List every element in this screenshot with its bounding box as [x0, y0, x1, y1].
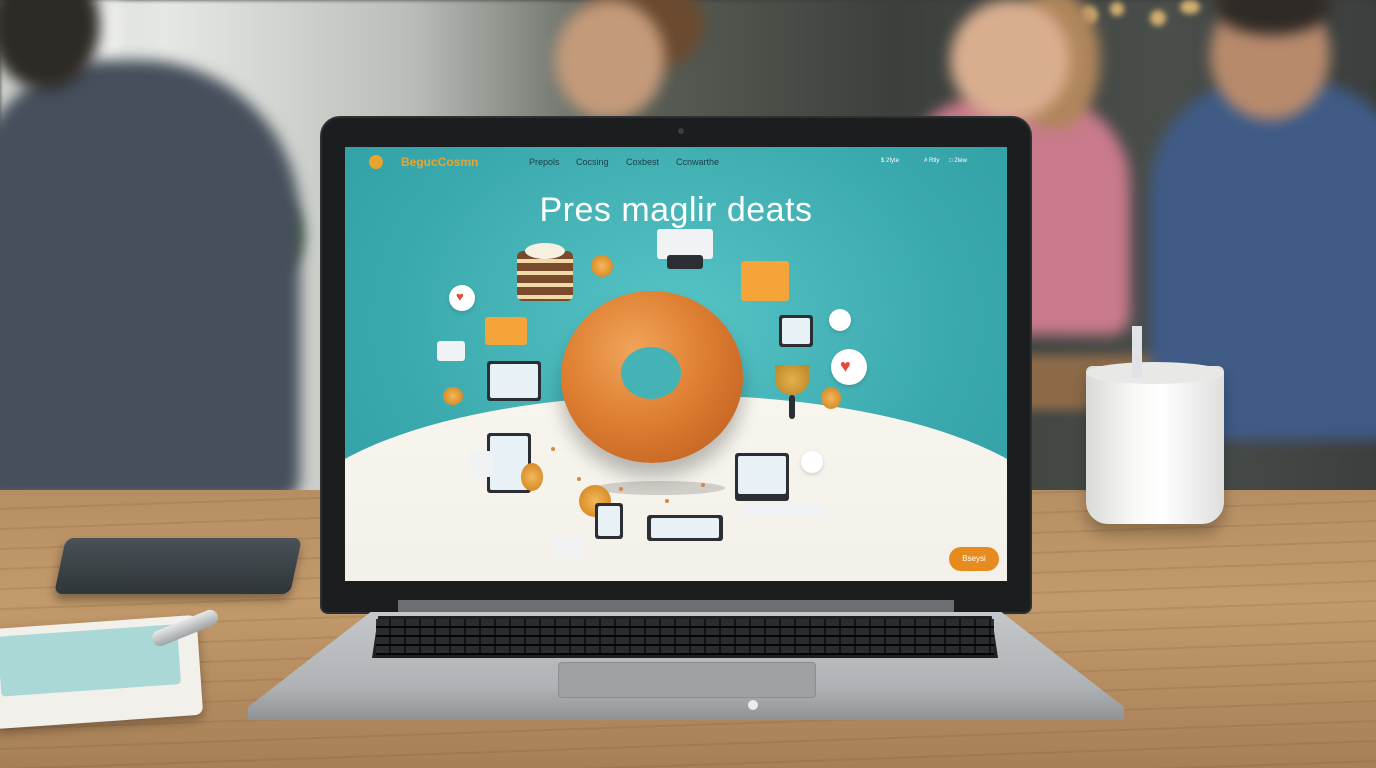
- laptop-indicator-light: [748, 700, 758, 710]
- orange-card-icon: [741, 261, 789, 301]
- photo-scene: BegucCosmn Prepols Cocsing Coxbest Ccnwa…: [0, 0, 1376, 768]
- trackpad: [558, 662, 816, 698]
- donut-hole: [621, 347, 681, 399]
- coin-icon: [591, 255, 613, 277]
- mug-rim: [1086, 362, 1224, 384]
- person-left-body: [0, 60, 300, 500]
- person-middle-head: [555, 0, 665, 120]
- badge-icon: [829, 309, 851, 331]
- document-icon: [469, 451, 493, 477]
- nav-link-4[interactable]: Ccnwarthe: [676, 157, 719, 167]
- phone-icon: [595, 503, 623, 539]
- cart-icon: [437, 341, 465, 361]
- hero-headline: Pres maglir deats: [539, 191, 813, 229]
- donut-shadow: [595, 481, 725, 495]
- nav-link-1[interactable]: Prepols: [529, 157, 560, 167]
- chat-bubble-icon: [801, 451, 823, 473]
- keyboard-keys: [376, 619, 994, 655]
- bokeh-light: [1150, 10, 1166, 26]
- nav-utility-2[interactable]: # Rtly: [924, 158, 939, 164]
- figure-icon: [821, 387, 841, 409]
- crumb: [665, 499, 669, 503]
- bokeh-light: [1110, 2, 1124, 16]
- tablet-device: [54, 538, 302, 594]
- tablet-icon: [487, 361, 541, 401]
- brand-name[interactable]: BegucCosmn: [401, 155, 478, 169]
- crumb: [701, 483, 705, 487]
- laptop-icon-screen: [738, 456, 786, 494]
- crumb: [551, 447, 555, 451]
- tablet-icon-screen: [490, 364, 538, 398]
- tablet-landscape-icon: [647, 515, 723, 541]
- brand-logo-icon[interactable]: [369, 155, 383, 169]
- nav-link-3[interactable]: Coxbest: [626, 157, 659, 167]
- bokeh-light: [1180, 0, 1200, 14]
- crumb: [619, 487, 623, 491]
- cta-button[interactable]: Bseysi: [949, 547, 999, 571]
- laptop-screen: BegucCosmn Prepols Cocsing Coxbest Ccnwa…: [345, 147, 1007, 581]
- webcam: [678, 128, 684, 134]
- laptop-icon: [735, 453, 789, 501]
- figure-icon: [443, 387, 463, 405]
- folder-icon: [485, 317, 527, 345]
- cake-frosting: [525, 243, 565, 259]
- mug-straw: [1132, 326, 1142, 378]
- laptop-hinge: [398, 600, 954, 614]
- nav-link-2[interactable]: Cocsing: [576, 157, 609, 167]
- heart-bubble-icon: ♥: [831, 349, 867, 385]
- printer-base-icon: [667, 255, 703, 269]
- crumb: [577, 477, 581, 481]
- website-nav: BegucCosmn Prepols Cocsing Coxbest Ccnwa…: [345, 147, 1007, 177]
- figure-icon: [521, 463, 543, 491]
- phone-icon-screen: [782, 318, 810, 344]
- trophy-stem-icon: [789, 395, 795, 419]
- heart-bubble-icon: ♥: [449, 285, 475, 311]
- laptop-icon-base: [741, 503, 827, 515]
- card-icon: [553, 537, 583, 557]
- phone-icon-screen: [598, 506, 620, 536]
- phone-icon: [779, 315, 813, 347]
- tablet-landscape-icon-screen: [651, 518, 719, 538]
- trophy-icon: [775, 365, 809, 395]
- nav-utility-3[interactable]: □ 2tew: [949, 158, 967, 164]
- nav-utility-1[interactable]: $ 2fyte: [881, 158, 899, 164]
- coffee-mug: [1086, 366, 1224, 524]
- person-pink-head: [950, 0, 1070, 120]
